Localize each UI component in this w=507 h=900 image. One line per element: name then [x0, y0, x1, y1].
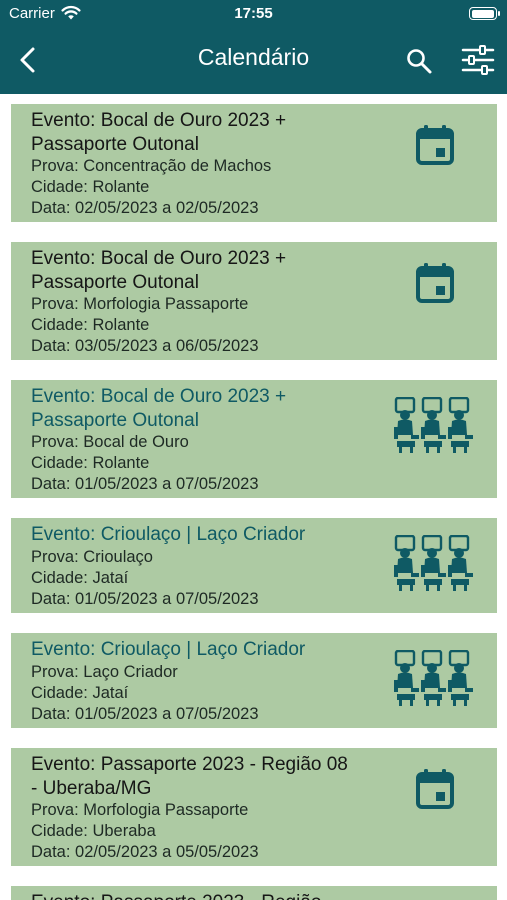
event-cidade: Cidade: Uberaba — [31, 822, 156, 840]
judges-icon — [393, 649, 475, 713]
event-card[interactable]: Evento: Bocal de Ouro 2023 + Passaporte … — [11, 380, 497, 498]
calendar-icon — [415, 262, 455, 309]
event-data: Data: 01/05/2023 a 07/05/2023 — [31, 475, 259, 493]
battery-icon — [469, 7, 500, 20]
event-data: Data: 02/05/2023 a 02/05/2023 — [31, 199, 259, 217]
event-card[interactable]: Evento: Crioulaço | Laço Criador Prova: C… — [11, 518, 497, 613]
event-card[interactable]: Evento: Passaporte 2023 - Região — [11, 886, 497, 900]
event-title: Evento: Bocal de Ouro 2023 + Passaporte … — [31, 386, 287, 431]
status-time: 17:55 — [234, 5, 273, 22]
status-bar: Carrier 17:55 — [0, 0, 507, 28]
judges-icon — [393, 396, 475, 460]
event-card[interactable]: Evento: Passaporte 2023 - Região 08 - Ub… — [11, 748, 497, 866]
event-data: Data: 03/05/2023 a 06/05/2023 — [31, 337, 259, 355]
event-title: Evento: Crioulaço | Laço Criador — [31, 524, 306, 545]
event-data: Data: 02/05/2023 a 05/05/2023 — [31, 843, 259, 861]
event-list[interactable]: Evento: Bocal de Ouro 2023 + Passaporte … — [0, 94, 507, 900]
event-title: Evento: Bocal de Ouro 2023 + Passaporte … — [31, 248, 287, 293]
event-cidade: Cidade: Rolante — [31, 316, 150, 334]
event-card[interactable]: Evento: Bocal de Ouro 2023 + Passaporte … — [11, 104, 497, 222]
app-header: Carrier 17:55 Calendário — [0, 0, 507, 94]
event-cidade: Cidade: Rolante — [31, 178, 150, 196]
filter-button[interactable] — [460, 44, 496, 76]
event-card[interactable]: Evento: Crioulaço | Laço Criador Prova: L… — [11, 633, 497, 728]
event-title: Evento: Bocal de Ouro 2023 + Passaporte … — [31, 110, 287, 155]
search-button[interactable] — [404, 46, 434, 76]
event-title: Evento: Passaporte 2023 - Região — [31, 891, 351, 900]
calendar-icon — [415, 768, 455, 815]
event-title: Evento: Passaporte 2023 - Região 08 - Ub… — [31, 754, 348, 799]
calendar-icon — [415, 124, 455, 171]
judges-icon — [393, 534, 475, 598]
event-title: Evento: Crioulaço | Laço Criador — [31, 639, 306, 660]
event-card[interactable]: Evento: Bocal de Ouro 2023 + Passaporte … — [11, 242, 497, 360]
